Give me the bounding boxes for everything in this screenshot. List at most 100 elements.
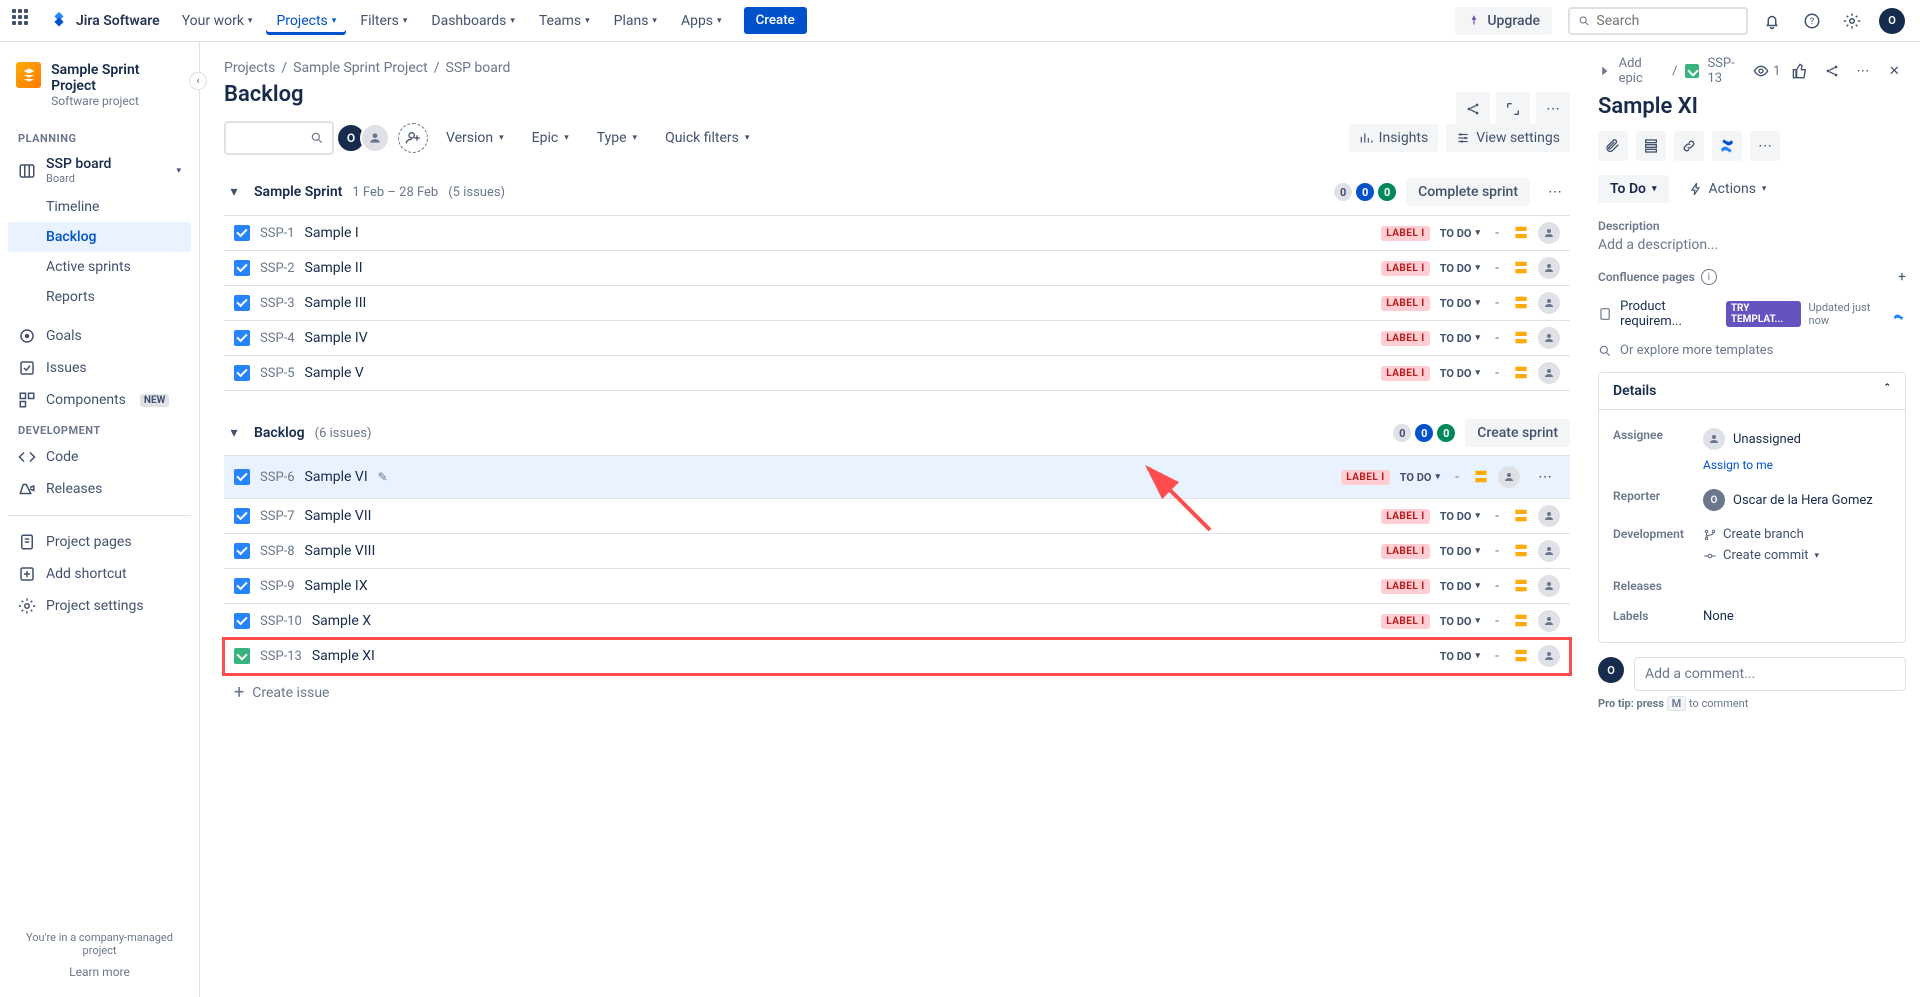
issue-summary[interactable]: Sample III bbox=[305, 295, 367, 311]
status-dropdown[interactable]: TO DO ▾ bbox=[1440, 580, 1480, 593]
backlog-collapse-caret[interactable]: ▾ bbox=[224, 423, 244, 443]
issue-summary[interactable]: Sample X bbox=[312, 613, 371, 629]
fullscreen-button[interactable] bbox=[1496, 92, 1530, 126]
nav-dashboards[interactable]: Dashboards▾ bbox=[421, 7, 524, 35]
quick-filters[interactable]: Quick filters▾ bbox=[655, 124, 759, 152]
watch-button[interactable]: 1 bbox=[1753, 63, 1780, 79]
issue-row[interactable]: SSP-1 Sample I LABEL I TO DO ▾ - 〓 bbox=[224, 216, 1570, 251]
issue-summary[interactable]: Sample IV bbox=[305, 330, 368, 346]
priority-icon[interactable]: 〓 bbox=[1514, 223, 1528, 243]
details-toggle[interactable]: Details ⌃ bbox=[1599, 373, 1905, 410]
complete-sprint-button[interactable]: Complete sprint bbox=[1406, 178, 1530, 206]
sidebar-reports[interactable]: Reports bbox=[8, 282, 191, 312]
status-dropdown[interactable]: TO DO ▾ bbox=[1440, 615, 1480, 628]
help-icon[interactable]: ? bbox=[1796, 5, 1828, 37]
epic-filter[interactable]: Epic▾ bbox=[522, 124, 579, 152]
upgrade-button[interactable]: Upgrade bbox=[1455, 7, 1552, 35]
create-branch-link[interactable]: Create branch bbox=[1703, 527, 1804, 542]
create-issue-button[interactable]: + Create issue bbox=[224, 674, 1570, 711]
issue-row[interactable]: SSP-8 Sample VIII LABEL I TO DO ▾ - 〓 bbox=[224, 534, 1570, 569]
issue-summary[interactable]: Sample VI bbox=[305, 469, 368, 485]
issue-more-button[interactable]: ⋯ bbox=[1530, 462, 1560, 492]
explore-templates-link[interactable]: Or explore more templates bbox=[1598, 335, 1906, 372]
issue-label[interactable]: LABEL I bbox=[1381, 261, 1430, 276]
vote-button[interactable] bbox=[1788, 58, 1811, 84]
reporter-value[interactable]: Oscar de la Hera Gomez bbox=[1733, 493, 1873, 508]
estimate-field[interactable]: - bbox=[1490, 578, 1504, 594]
assignee-avatar[interactable] bbox=[1538, 610, 1560, 632]
status-dropdown[interactable]: TO DO ▾ bbox=[1440, 510, 1480, 523]
add-child-button[interactable] bbox=[1636, 131, 1666, 161]
comment-input[interactable]: Add a comment... bbox=[1634, 657, 1906, 691]
description-field[interactable]: Add a description... bbox=[1598, 237, 1906, 253]
issue-key[interactable]: SSP-13 bbox=[260, 649, 302, 664]
sprint-collapse-caret[interactable]: ▾ bbox=[224, 182, 244, 202]
estimate-field[interactable]: - bbox=[1490, 330, 1504, 346]
close-button[interactable]: ✕ bbox=[1883, 58, 1906, 84]
issue-summary[interactable]: Sample VIII bbox=[305, 543, 376, 559]
assignee-avatar[interactable] bbox=[1538, 362, 1560, 384]
issue-label[interactable]: LABEL I bbox=[1381, 544, 1430, 559]
issue-label[interactable]: LABEL I bbox=[1381, 296, 1430, 311]
link-button[interactable] bbox=[1674, 131, 1704, 161]
issue-key[interactable]: SSP-9 bbox=[260, 579, 295, 594]
share-button[interactable] bbox=[1820, 58, 1843, 84]
sidebar-issues[interactable]: Issues bbox=[8, 352, 191, 384]
assignee-avatar[interactable] bbox=[1538, 505, 1560, 527]
status-dropdown[interactable]: TO DO ▾ bbox=[1440, 227, 1480, 240]
issue-row[interactable]: SSP-13 Sample XI TO DO ▾ - 〓 bbox=[224, 639, 1570, 674]
add-more-button[interactable]: ⋯ bbox=[1750, 131, 1780, 161]
add-people-button[interactable] bbox=[398, 123, 428, 153]
issue-row[interactable]: SSP-6 Sample VI ✎ LABEL I TO DO ▾ - 〓 ⋯ bbox=[224, 456, 1570, 499]
nav-your-work[interactable]: Your work▾ bbox=[172, 7, 263, 35]
issue-key[interactable]: SSP-8 bbox=[260, 544, 295, 559]
issue-key[interactable]: SSP-10 bbox=[260, 614, 302, 629]
issue-row[interactable]: SSP-4 Sample IV LABEL I TO DO ▾ - 〓 bbox=[224, 321, 1570, 356]
priority-icon[interactable]: 〓 bbox=[1514, 541, 1528, 561]
detail-issue-key[interactable]: SSP-13 bbox=[1707, 56, 1745, 86]
estimate-field[interactable]: - bbox=[1490, 613, 1504, 629]
create-sprint-button[interactable]: Create sprint bbox=[1465, 419, 1570, 447]
issue-key[interactable]: SSP-2 bbox=[260, 261, 295, 276]
issue-label[interactable]: LABEL I bbox=[1381, 614, 1430, 629]
issue-label[interactable]: LABEL I bbox=[1341, 470, 1390, 485]
estimate-field[interactable]: - bbox=[1450, 469, 1464, 485]
nav-plans[interactable]: Plans▾ bbox=[604, 7, 667, 35]
user-avatar[interactable]: O bbox=[1876, 5, 1908, 37]
nav-teams[interactable]: Teams▾ bbox=[529, 7, 600, 35]
issue-label[interactable]: LABEL I bbox=[1381, 509, 1430, 524]
issue-row[interactable]: SSP-9 Sample IX LABEL I TO DO ▾ - 〓 bbox=[224, 569, 1570, 604]
status-dropdown[interactable]: TO DO ▾ bbox=[1440, 367, 1480, 380]
sidebar-releases[interactable]: Releases bbox=[8, 473, 191, 505]
assignee-value[interactable]: Unassigned bbox=[1733, 432, 1801, 447]
issue-key[interactable]: SSP-5 bbox=[260, 366, 295, 381]
issue-summary[interactable]: Sample V bbox=[305, 365, 364, 381]
issue-summary[interactable]: Sample IX bbox=[305, 578, 368, 594]
status-dropdown[interactable]: TO DO ▾ bbox=[1440, 297, 1480, 310]
sidebar-learn-more[interactable]: Learn more bbox=[8, 965, 191, 989]
assignee-avatar[interactable] bbox=[1538, 257, 1560, 279]
notifications-icon[interactable] bbox=[1756, 5, 1788, 37]
status-dropdown[interactable]: TO DO ▾ bbox=[1440, 332, 1480, 345]
estimate-field[interactable]: - bbox=[1490, 260, 1504, 276]
nav-projects[interactable]: Projects▾ bbox=[266, 7, 346, 35]
issue-summary[interactable]: Sample XI bbox=[312, 648, 375, 664]
estimate-field[interactable]: - bbox=[1490, 648, 1504, 664]
more-button[interactable]: ⋯ bbox=[1536, 92, 1570, 126]
crumb-projects[interactable]: Projects bbox=[224, 60, 275, 76]
priority-icon[interactable]: 〓 bbox=[1514, 611, 1528, 631]
sidebar-project-settings[interactable]: Project settings bbox=[8, 590, 191, 622]
info-icon[interactable]: i bbox=[1701, 269, 1717, 285]
sidebar-goals[interactable]: Goals bbox=[8, 320, 191, 352]
issue-key[interactable]: SSP-3 bbox=[260, 296, 295, 311]
insights-button[interactable]: Insights bbox=[1349, 124, 1439, 152]
issue-summary[interactable]: Sample II bbox=[305, 260, 363, 276]
sidebar-board-selector[interactable]: SSP board Board ▾ bbox=[8, 149, 191, 192]
issue-summary[interactable]: Sample I bbox=[305, 225, 359, 241]
assignee-avatar[interactable] bbox=[1538, 222, 1560, 244]
search-input[interactable] bbox=[1568, 7, 1748, 35]
nav-filters[interactable]: Filters▾ bbox=[350, 7, 417, 35]
issue-row[interactable]: SSP-2 Sample II LABEL I TO DO ▾ - 〓 bbox=[224, 251, 1570, 286]
type-filter[interactable]: Type▾ bbox=[587, 124, 647, 152]
version-filter[interactable]: Version▾ bbox=[436, 124, 514, 152]
